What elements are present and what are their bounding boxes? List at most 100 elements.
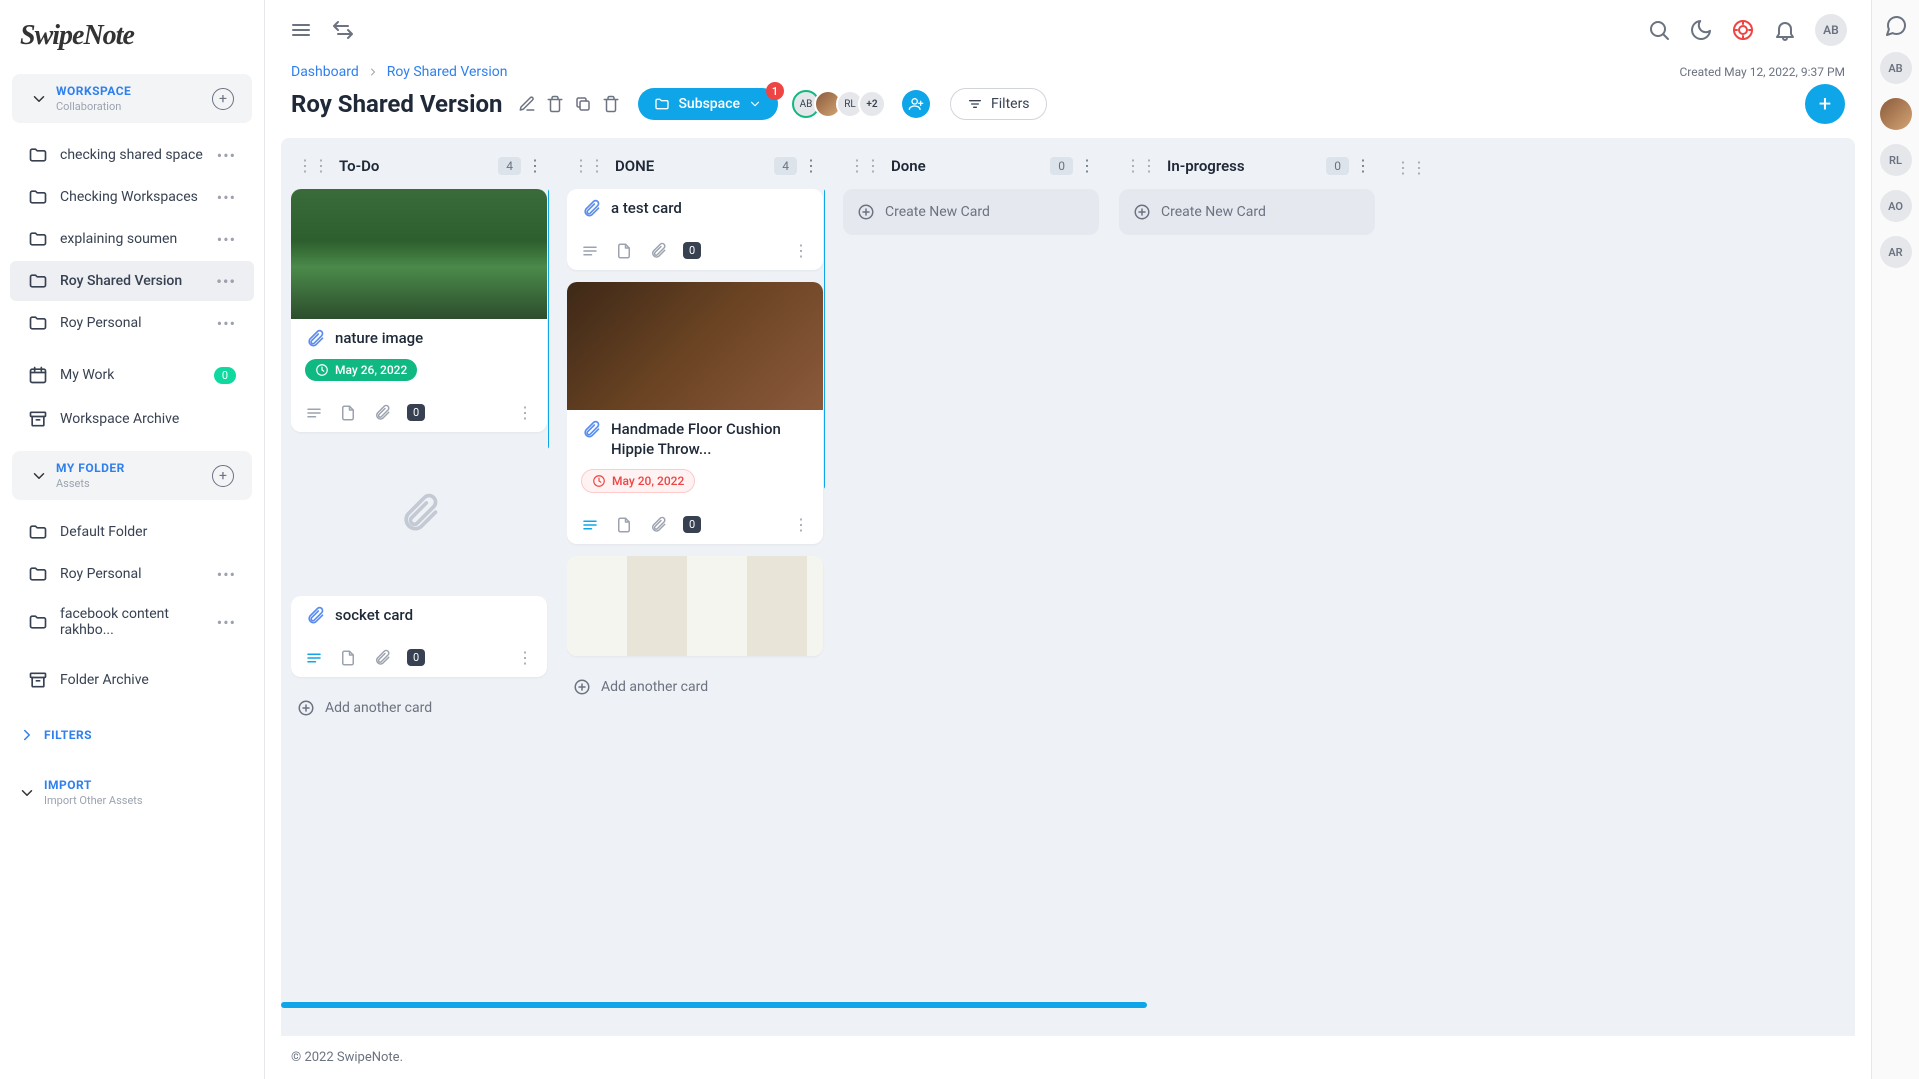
bell-icon[interactable] <box>1773 18 1797 42</box>
sidebar-item-roy-personal-folder[interactable]: Roy Personal ••• <box>10 554 254 594</box>
search-icon[interactable] <box>1647 18 1671 42</box>
drag-handle-icon[interactable]: ⋮⋮ <box>1395 158 1427 177</box>
item-more-icon[interactable]: ••• <box>216 272 236 291</box>
rail-avatar[interactable]: AR <box>1880 236 1912 268</box>
doc-icon[interactable] <box>615 242 633 260</box>
sidebar-item-checking-shared[interactable]: checking shared space ••• <box>10 135 254 175</box>
filters-button[interactable]: Filters <box>950 88 1047 120</box>
breadcrumb-current[interactable]: Roy Shared Version <box>387 64 508 80</box>
subspace-button[interactable]: Subspace 1 <box>638 88 778 120</box>
paperclip-icon[interactable] <box>649 516 667 534</box>
card-test[interactable]: a test card 0 ⋮ <box>567 189 823 270</box>
sidebar-item-roy-personal[interactable]: Roy Personal ••• <box>10 303 254 343</box>
paperclip-icon[interactable] <box>373 649 391 667</box>
card-nature[interactable]: nature image May 26, 2022 <box>291 189 547 432</box>
card-more-icon[interactable]: ⋮ <box>793 515 809 534</box>
card-more-icon[interactable]: ⋮ <box>793 241 809 260</box>
card-more-icon[interactable]: ⋮ <box>517 403 533 422</box>
add-folder-button[interactable]: + <box>212 465 234 487</box>
user-avatar[interactable]: AB <box>1815 14 1847 46</box>
column-more-icon[interactable]: ⋮ <box>803 156 819 175</box>
sidebar-item-explaining-soumen[interactable]: explaining soumen ••• <box>10 219 254 259</box>
sidebar-item-default-folder[interactable]: Default Folder <box>10 512 254 552</box>
comment-count[interactable]: 0 <box>683 242 701 259</box>
copy-icon[interactable] <box>574 95 592 113</box>
chat-icon[interactable] <box>1884 14 1908 38</box>
card-title: socket card <box>335 606 413 626</box>
doc-icon[interactable] <box>339 404 357 422</box>
horizontal-scrollbar[interactable] <box>281 1002 1147 1008</box>
paperclip-icon <box>397 492 441 536</box>
trash-icon[interactable] <box>546 95 564 113</box>
item-more-icon[interactable]: ••• <box>217 565 236 584</box>
menu-icon[interactable] <box>289 18 313 42</box>
help-icon[interactable] <box>1731 18 1755 42</box>
card-socket[interactable]: socket card 0 ⋮ <box>291 596 547 677</box>
add-card-button[interactable]: Add another card <box>567 668 823 706</box>
folder-archive-item[interactable]: Folder Archive <box>10 660 254 700</box>
drag-handle-icon[interactable]: ⋮⋮ <box>1125 156 1157 175</box>
archive-icon[interactable] <box>602 95 620 113</box>
text-icon[interactable] <box>305 404 323 422</box>
board: ⋮⋮ To-Do 4 ⋮ nature image <box>281 138 1855 1036</box>
column-title: In-progress <box>1167 157 1326 175</box>
my-work-item[interactable]: My Work 0 <box>10 355 254 395</box>
breadcrumb: Dashboard Roy Shared Version <box>291 64 508 80</box>
title-row: Roy Shared Version Subspace 1 AB RL +2 <box>265 80 1871 138</box>
item-more-icon[interactable]: ••• <box>217 613 236 632</box>
filters-section[interactable]: FILTERS <box>0 712 264 758</box>
item-more-icon[interactable]: ••• <box>217 188 236 207</box>
sidebar-item-checking-workspaces[interactable]: Checking Workspaces ••• <box>10 177 254 217</box>
add-workspace-button[interactable]: + <box>212 88 234 110</box>
paperclip-icon <box>305 606 325 626</box>
create-card-button[interactable]: Create New Card <box>843 189 1099 235</box>
item-more-icon[interactable]: ••• <box>217 230 236 249</box>
add-card-button[interactable]: Add another card <box>291 689 547 727</box>
rail-avatar[interactable] <box>1880 98 1912 130</box>
breadcrumb-dashboard[interactable]: Dashboard <box>291 64 359 80</box>
doc-icon[interactable] <box>615 516 633 534</box>
create-card-button[interactable]: Create New Card <box>1119 189 1375 235</box>
card-cushion[interactable]: Handmade Floor Cushion Hippie Throw... M… <box>567 282 823 544</box>
workspace-archive-item[interactable]: Workspace Archive <box>10 399 254 439</box>
drag-handle-icon[interactable]: ⋮⋮ <box>297 156 329 175</box>
rail-avatar[interactable]: AO <box>1880 190 1912 222</box>
column-todo: ⋮⋮ To-Do 4 ⋮ nature image <box>291 156 549 1036</box>
text-icon[interactable] <box>305 649 323 667</box>
column-more-icon[interactable]: ⋮ <box>1355 156 1371 175</box>
swap-icon[interactable] <box>331 18 355 42</box>
sidebar-item-facebook-content[interactable]: facebook content rakhbo... ••• <box>10 596 254 648</box>
rail-avatar[interactable]: RL <box>1880 144 1912 176</box>
add-person-button[interactable] <box>902 90 930 118</box>
drag-handle-icon[interactable]: ⋮⋮ <box>573 156 605 175</box>
moon-icon[interactable] <box>1689 18 1713 42</box>
text-icon[interactable] <box>581 516 599 534</box>
text-icon[interactable] <box>581 242 599 260</box>
doc-icon[interactable] <box>339 649 357 667</box>
column-more-icon[interactable]: ⋮ <box>1079 156 1095 175</box>
sidebar-item-roy-shared[interactable]: Roy Shared Version ••• <box>10 261 254 301</box>
item-more-icon[interactable]: ••• <box>217 146 236 165</box>
sidebar-item-label: Roy Shared Version <box>60 273 182 289</box>
paperclip-icon[interactable] <box>649 242 667 260</box>
paperclip-icon[interactable] <box>373 404 391 422</box>
rail-avatar[interactable]: AB <box>1880 52 1912 84</box>
my-work-label: My Work <box>60 367 114 383</box>
sidebar-item-label: Roy Personal <box>60 315 141 331</box>
item-more-icon[interactable]: ••• <box>217 314 236 333</box>
column-title: To-Do <box>339 157 498 175</box>
edit-icon[interactable] <box>518 95 536 113</box>
comment-count[interactable]: 0 <box>407 649 425 666</box>
add-fab-button[interactable]: + <box>1805 84 1845 124</box>
sidebar: SwipeNote WORKSPACE Collaboration + chec… <box>0 0 265 1079</box>
myfolder-section-header[interactable]: MY FOLDER Assets + <box>12 451 252 500</box>
import-section[interactable]: IMPORT Import Other Assets <box>0 768 264 817</box>
drag-handle-icon[interactable]: ⋮⋮ <box>849 156 881 175</box>
card-products[interactable] <box>567 556 823 656</box>
comment-count[interactable]: 0 <box>683 516 701 533</box>
comment-count[interactable]: 0 <box>407 404 425 421</box>
card-more-icon[interactable]: ⋮ <box>517 648 533 667</box>
column-more-icon[interactable]: ⋮ <box>527 156 543 175</box>
workspace-section-header[interactable]: WORKSPACE Collaboration + <box>12 74 252 123</box>
avatar-more[interactable]: +2 <box>858 90 886 118</box>
